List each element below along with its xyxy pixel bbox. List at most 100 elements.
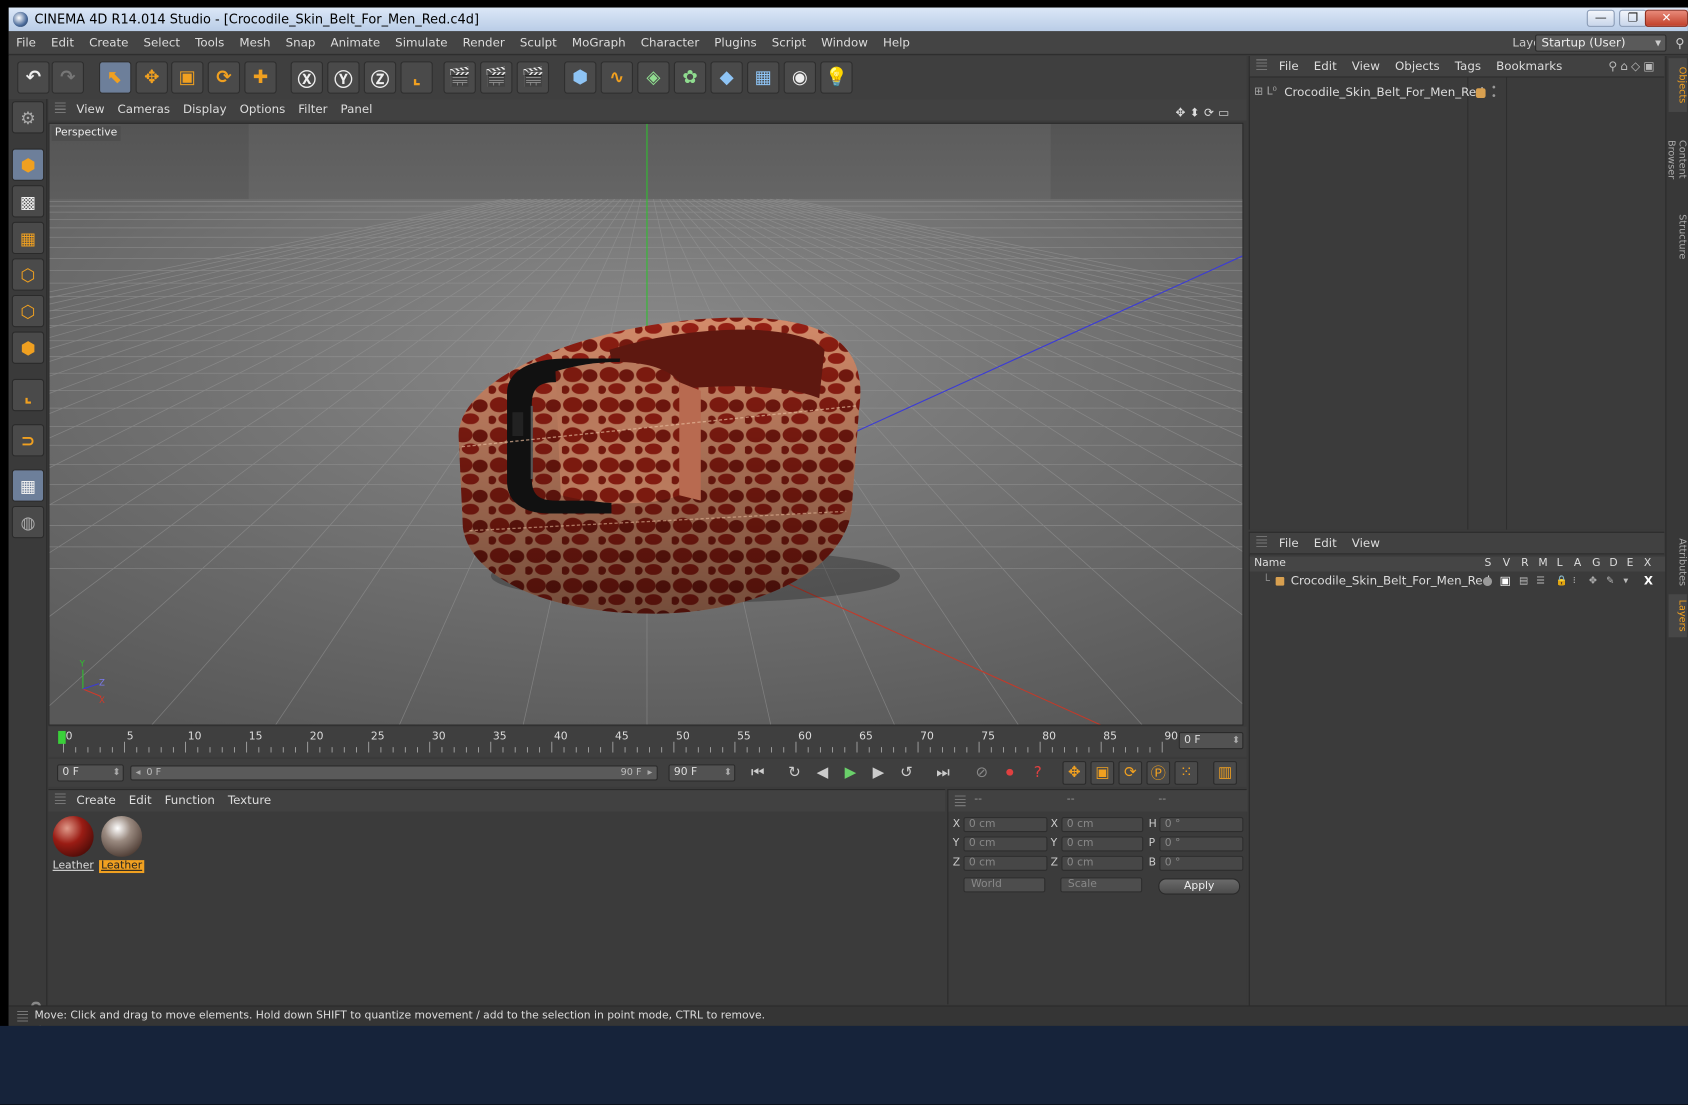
- render-settings-icon[interactable]: 🎬: [516, 61, 550, 94]
- viewport-menu-panel[interactable]: Panel: [334, 99, 379, 121]
- object-menu-bookmarks[interactable]: Bookmarks: [1489, 56, 1570, 78]
- object-manager-nav-icons[interactable]: ⚲⌂◇▣: [1608, 59, 1657, 73]
- workplane-mode-icon[interactable]: ▦: [11, 221, 45, 255]
- edges-mode-icon[interactable]: ⬡: [11, 294, 45, 328]
- object-row[interactable]: ⊞ L⁰ Crocodile_Skin_Belt_For_Men_Red • •: [1254, 83, 1663, 101]
- close-button[interactable]: ✕: [1644, 9, 1688, 27]
- go-to-start-icon[interactable]: ⏮: [746, 761, 770, 785]
- autokey-icon[interactable]: ⏺: [998, 761, 1022, 785]
- layer-menu-view[interactable]: View: [1344, 533, 1387, 555]
- material-swatch[interactable]: Leather: [99, 815, 145, 874]
- tab-layers[interactable]: Layers: [1668, 594, 1687, 638]
- key-rotation-icon[interactable]: ⟳: [1118, 761, 1143, 785]
- locked-workplane-icon[interactable]: ◍: [11, 505, 45, 539]
- x-axis-lock-icon[interactable]: Ⓧ: [290, 61, 323, 94]
- key-parameter-icon[interactable]: Ⓟ: [1146, 761, 1171, 785]
- render-picture-viewer-icon[interactable]: 🎬: [480, 61, 513, 94]
- polygons-mode-icon[interactable]: ⬢: [11, 331, 45, 364]
- coordinate-system-icon[interactable]: ⌞: [400, 61, 433, 94]
- menu-help[interactable]: Help: [875, 31, 917, 54]
- column-r[interactable]: R: [1521, 557, 1528, 572]
- rotation-p-field[interactable]: 0 °: [1159, 836, 1244, 852]
- menu-edit[interactable]: Edit: [44, 31, 82, 54]
- material-menu-function[interactable]: Function: [158, 790, 221, 812]
- object-menu-view[interactable]: View: [1344, 56, 1387, 78]
- column-m[interactable]: M: [1538, 557, 1547, 572]
- viewport-menu-options[interactable]: Options: [233, 99, 292, 121]
- solo-icon[interactable]: ●: [1482, 573, 1492, 590]
- scale-z-field[interactable]: 0 cm: [1061, 855, 1144, 871]
- redo-icon[interactable]: ↷: [51, 61, 84, 94]
- current-frame-field[interactable]: 0 F: [1178, 732, 1244, 750]
- layer-color-icon[interactable]: [1275, 577, 1285, 586]
- play-icon[interactable]: ▶: [839, 761, 863, 785]
- manager-visible-icon[interactable]: ☰: [1536, 573, 1545, 590]
- menu-simulate[interactable]: Simulate: [388, 31, 455, 54]
- points-mode-icon[interactable]: ⬡: [11, 258, 45, 291]
- menu-tools[interactable]: Tools: [188, 31, 232, 54]
- menu-create[interactable]: Create: [82, 31, 136, 54]
- expressions-icon[interactable]: ▾: [1623, 573, 1628, 590]
- light-icon[interactable]: 💡: [820, 61, 853, 94]
- animation-icon[interactable]: ⁝: [1573, 573, 1576, 590]
- material-menu-edit[interactable]: Edit: [122, 790, 158, 812]
- layer-color-icon[interactable]: [1475, 88, 1486, 98]
- model-mode-icon[interactable]: ⬢: [11, 148, 45, 181]
- viewport-menu-view[interactable]: View: [70, 99, 111, 121]
- key-pla-icon[interactable]: ⁙: [1174, 761, 1199, 785]
- array-icon[interactable]: ✿: [673, 61, 707, 94]
- layer-menu-edit[interactable]: Edit: [1306, 533, 1344, 555]
- record-active-icon[interactable]: ⊘: [970, 761, 994, 785]
- make-editable-icon[interactable]: ⚙: [11, 101, 45, 134]
- preview-range-slider[interactable]: ◂ 0 F 90 F ▸: [130, 765, 658, 781]
- viewport-nav-icons[interactable]: ✥⬍⟳▭: [1169, 102, 1240, 124]
- viewport-menu-filter[interactable]: Filter: [292, 99, 334, 121]
- scale-tool-icon[interactable]: ▣: [171, 61, 204, 94]
- viewport-menu-display[interactable]: Display: [177, 99, 234, 121]
- deformers-icon[interactable]: ✎: [1606, 573, 1614, 590]
- tab-attributes[interactable]: Attributes: [1669, 534, 1687, 590]
- column-g[interactable]: G: [1592, 557, 1600, 572]
- menu-character[interactable]: Character: [633, 31, 707, 54]
- coordinate-space-dropdown[interactable]: World: [963, 877, 1046, 893]
- layer-menu-file[interactable]: File: [1271, 533, 1306, 555]
- material-menu-create[interactable]: Create: [70, 790, 122, 812]
- next-frame-icon[interactable]: ▶: [867, 761, 891, 785]
- perspective-viewport[interactable]: Y X Z Perspective: [48, 122, 1244, 726]
- nurbs-icon[interactable]: ◈: [637, 61, 670, 94]
- menu-window[interactable]: Window: [814, 31, 876, 54]
- previous-frame-icon[interactable]: ◀: [811, 761, 835, 785]
- object-menu-edit[interactable]: Edit: [1306, 56, 1344, 78]
- render-visible-icon[interactable]: ▤: [1519, 573, 1528, 590]
- texture-mode-icon[interactable]: ▩: [11, 185, 45, 218]
- move-tool-icon[interactable]: ✥: [135, 61, 168, 94]
- undo-icon[interactable]: ↶: [17, 61, 50, 94]
- z-axis-lock-icon[interactable]: Ⓩ: [363, 61, 397, 94]
- viewport-scene[interactable]: Y X Z: [49, 123, 1244, 726]
- axis-mode-icon[interactable]: ⌞: [11, 378, 45, 412]
- column-l[interactable]: L: [1557, 557, 1563, 572]
- position-y-field[interactable]: 0 cm: [963, 836, 1048, 852]
- scale-x-field[interactable]: 0 cm: [1061, 817, 1144, 833]
- menu-mograph[interactable]: MoGraph: [564, 31, 633, 54]
- next-key-icon[interactable]: ↺: [895, 761, 919, 785]
- workplane-lock-icon[interactable]: ▦: [11, 469, 45, 502]
- viewport-menu-cameras[interactable]: Cameras: [111, 99, 177, 121]
- menu-sculpt[interactable]: Sculpt: [512, 31, 564, 54]
- tab-content-browser[interactable]: Content Browser: [1665, 116, 1687, 202]
- key-position-icon[interactable]: ✥: [1062, 761, 1087, 785]
- column-e[interactable]: E: [1627, 557, 1634, 572]
- column-d[interactable]: D: [1609, 557, 1617, 572]
- rotate-tool-icon[interactable]: ⟳: [207, 61, 241, 94]
- material-swatch[interactable]: Leather: [51, 815, 96, 873]
- playhead-marker[interactable]: [58, 730, 66, 744]
- material-menu-texture[interactable]: Texture: [221, 790, 277, 812]
- menu-mesh[interactable]: Mesh: [232, 31, 278, 54]
- tab-objects[interactable]: Objects: [1668, 58, 1687, 112]
- rotation-h-field[interactable]: 0 °: [1159, 817, 1244, 833]
- go-to-end-icon[interactable]: ⏭: [931, 761, 955, 785]
- previous-key-icon[interactable]: ↻: [783, 761, 807, 785]
- layout-select[interactable]: Startup (User): [1535, 34, 1667, 52]
- restore-button[interactable]: ❐: [1619, 9, 1648, 27]
- xref-icon[interactable]: X: [1644, 573, 1653, 590]
